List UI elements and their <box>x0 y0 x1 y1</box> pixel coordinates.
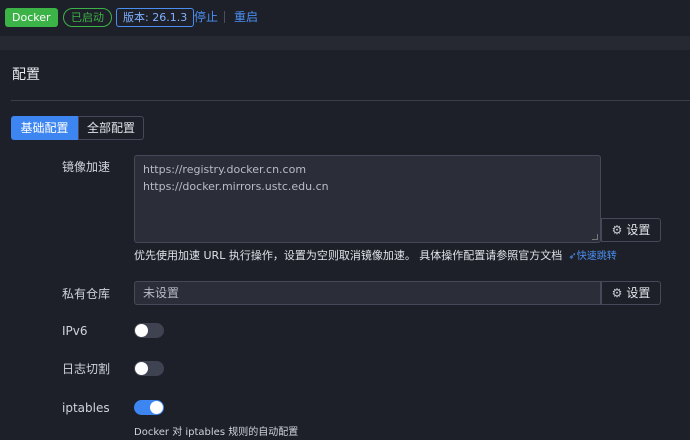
section-divider <box>11 100 690 101</box>
send-icon: ➶ <box>568 251 577 262</box>
mirror-textarea[interactable]: https://registry.docker.cn.com https://d… <box>134 155 601 243</box>
mirror-set-label: 设置 <box>626 223 651 237</box>
registry-label: 私有仓库 <box>62 287 111 301</box>
tab-basic-config[interactable]: 基础配置 <box>11 116 78 140</box>
mirror-label: 镜像加速 <box>62 160 111 174</box>
resize-handle[interactable] <box>592 234 598 240</box>
mirror-line: https://docker.mirrors.ustc.edu.cn <box>143 180 329 193</box>
toggle-knob <box>135 324 148 337</box>
iptables-label: iptables <box>62 401 110 415</box>
iptables-note: Docker 对 iptables 规则的自动配置 <box>134 427 299 438</box>
gear-icon: ⚙ <box>611 223 623 237</box>
ipv6-label: IPv6 <box>62 324 88 338</box>
docker-tag: Docker <box>5 8 58 27</box>
tab-all-config[interactable]: 全部配置 <box>78 116 144 140</box>
stop-link[interactable]: 停止 <box>194 9 218 25</box>
mirror-set-button[interactable]: ⚙ 设置 <box>601 218 661 242</box>
status-badge: 已启动 <box>63 8 112 27</box>
log-rotate-label: 日志切割 <box>62 362 111 376</box>
top-bar: Docker 已启动 版本: 26.1.3 停止 重启 <box>0 0 690 36</box>
iptables-toggle[interactable] <box>134 400 164 415</box>
log-rotate-toggle[interactable] <box>134 361 164 376</box>
header-separator-strip <box>0 36 690 50</box>
registry-set-button[interactable]: ⚙ 设置 <box>601 281 661 305</box>
toggle-knob <box>135 362 148 375</box>
quick-jump-link[interactable]: ➶快速跳转 <box>568 251 616 262</box>
registry-input[interactable]: 未设置 <box>134 281 601 305</box>
quick-jump-label: 快速跳转 <box>576 251 617 262</box>
restart-link[interactable]: 重启 <box>234 9 258 25</box>
ipv6-toggle[interactable] <box>134 323 164 338</box>
gear-icon: ⚙ <box>611 286 623 300</box>
section-title: 配置 <box>12 67 40 83</box>
mirror-line: https://registry.docker.cn.com <box>143 163 307 176</box>
mirror-helper-text: 优先使用加速 URL 执行操作，设置为空则取消镜像加速。 具体操作配置请参照官方… <box>134 248 617 264</box>
link-divider <box>224 11 225 23</box>
mirror-helper: 优先使用加速 URL 执行操作，设置为空则取消镜像加速。 具体操作配置请参照官方… <box>134 249 563 262</box>
toggle-knob <box>150 401 163 414</box>
version-badge: 版本: 26.1.3 <box>116 8 195 27</box>
registry-set-label: 设置 <box>626 286 651 300</box>
